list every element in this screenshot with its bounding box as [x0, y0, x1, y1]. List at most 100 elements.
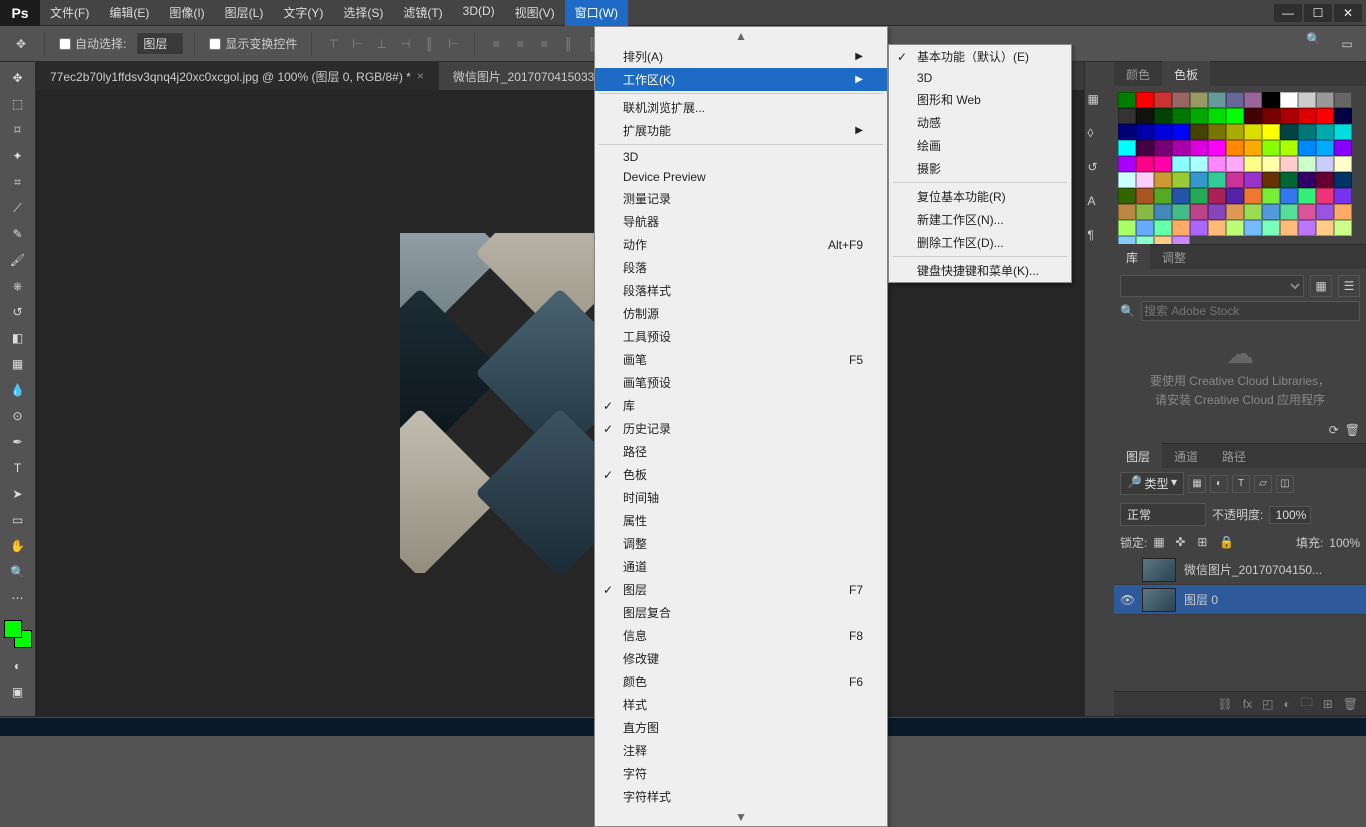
- swatch[interactable]: [1136, 156, 1154, 172]
- mask-icon[interactable]: ◰: [1262, 697, 1273, 711]
- ws-motion[interactable]: 动感: [889, 111, 1071, 134]
- swatch[interactable]: [1244, 188, 1262, 204]
- menu-timeline[interactable]: 时间轴: [595, 486, 887, 509]
- swatch[interactable]: [1154, 140, 1172, 156]
- swatch[interactable]: [1334, 188, 1352, 204]
- fx-icon[interactable]: fx: [1243, 697, 1252, 711]
- swatch[interactable]: [1190, 124, 1208, 140]
- swatch[interactable]: [1316, 140, 1334, 156]
- menu-adjustments[interactable]: 调整: [595, 532, 887, 555]
- menu-type[interactable]: 文字(Y): [273, 0, 333, 26]
- menu-channels[interactable]: 通道: [595, 555, 887, 578]
- menu-device-preview[interactable]: Device Preview: [595, 167, 887, 187]
- swatch[interactable]: [1190, 172, 1208, 188]
- doc-tab-2[interactable]: 微信图片_2017070415033...: [439, 62, 619, 90]
- lasso-tool[interactable]: ⌑: [4, 118, 32, 142]
- cloud-sync-icon[interactable]: ⟳: [1329, 423, 1339, 437]
- swatch[interactable]: [1208, 124, 1226, 140]
- dock-icon-4[interactable]: A: [1088, 194, 1112, 218]
- swatch[interactable]: [1262, 220, 1280, 236]
- panel-layout[interactable]: ▭: [1336, 33, 1358, 55]
- layer-row[interactable]: 👁 图层 0: [1114, 585, 1366, 615]
- menu-image[interactable]: 图像(I): [159, 0, 214, 26]
- tab-swatches[interactable]: 色板: [1162, 61, 1210, 88]
- swatch[interactable]: [1136, 188, 1154, 204]
- swatch[interactable]: [1190, 204, 1208, 220]
- menu-color[interactable]: 颜色F6: [595, 670, 887, 693]
- swatch[interactable]: [1280, 156, 1298, 172]
- doc-tab-1[interactable]: 77ec2b70ly1ffdsv3qnq4j20xc0xcgol.jpg @ 1…: [36, 62, 439, 90]
- filter-smart-icon[interactable]: ◫: [1276, 475, 1294, 493]
- swatch[interactable]: [1280, 124, 1298, 140]
- swatch[interactable]: [1172, 204, 1190, 220]
- menu-workspace[interactable]: 工作区(K)▶: [595, 68, 887, 91]
- swatch[interactable]: [1118, 204, 1136, 220]
- brush-tool[interactable]: 🖌: [4, 248, 32, 272]
- scroll-up-icon[interactable]: ▲: [595, 27, 887, 45]
- menu-filter[interactable]: 滤镜(T): [393, 0, 452, 26]
- ws-shortcuts[interactable]: 键盘快捷键和菜单(K)...: [889, 259, 1071, 282]
- lock-position-icon[interactable]: ✜: [1175, 535, 1191, 551]
- swatch[interactable]: [1298, 188, 1316, 204]
- opacity-value[interactable]: 100%: [1269, 506, 1311, 524]
- color-swatch[interactable]: [4, 620, 32, 652]
- swatch[interactable]: [1334, 156, 1352, 172]
- visibility-icon[interactable]: 👁: [1120, 593, 1134, 607]
- swatch[interactable]: [1190, 188, 1208, 204]
- tab-layers[interactable]: 图层: [1114, 443, 1162, 470]
- ws-new[interactable]: 新建工作区(N)...: [889, 208, 1071, 231]
- swatch[interactable]: [1334, 108, 1352, 124]
- swatch[interactable]: [1226, 188, 1244, 204]
- lib-list-icon[interactable]: ☰: [1338, 275, 1360, 297]
- swatch[interactable]: [1262, 188, 1280, 204]
- ws-3d[interactable]: 3D: [889, 68, 1071, 88]
- dock-icon-5[interactable]: ¶: [1088, 228, 1112, 252]
- menu-paths[interactable]: 路径: [595, 440, 887, 463]
- menu-history[interactable]: ✓历史记录: [595, 417, 887, 440]
- fill-value[interactable]: 100%: [1329, 536, 1360, 550]
- zoom-tool[interactable]: 🔍: [4, 560, 32, 584]
- swatch[interactable]: [1298, 108, 1316, 124]
- filter-kind[interactable]: 🔎类型▾: [1120, 472, 1184, 495]
- menu-styles[interactable]: 样式: [595, 693, 887, 716]
- layer-thumb[interactable]: [1142, 558, 1176, 582]
- ws-photography[interactable]: 摄影: [889, 157, 1071, 180]
- filter-type-icon[interactable]: T: [1232, 475, 1250, 493]
- menu-3d[interactable]: 3D(D): [453, 0, 505, 26]
- menu-extensions[interactable]: 扩展功能▶: [595, 119, 887, 142]
- tab-color[interactable]: 颜色: [1114, 61, 1162, 88]
- swatch[interactable]: [1154, 172, 1172, 188]
- swatch[interactable]: [1244, 140, 1262, 156]
- menu-info[interactable]: 信息F8: [595, 624, 887, 647]
- scroll-down-icon[interactable]: ▼: [595, 808, 887, 826]
- swatch[interactable]: [1208, 140, 1226, 156]
- swatch[interactable]: [1118, 108, 1136, 124]
- menu-edit[interactable]: 编辑(E): [99, 0, 159, 26]
- move-tool-icon[interactable]: ✥: [8, 31, 34, 57]
- swatch[interactable]: [1244, 92, 1262, 108]
- path-select-tool[interactable]: ➤: [4, 482, 32, 506]
- swatch[interactable]: [1154, 108, 1172, 124]
- swatch[interactable]: [1334, 220, 1352, 236]
- tab-libraries[interactable]: 库: [1114, 244, 1150, 271]
- swatch[interactable]: [1316, 204, 1334, 220]
- swatch[interactable]: [1280, 204, 1298, 220]
- blend-mode[interactable]: 正常: [1120, 503, 1206, 526]
- swatch[interactable]: [1280, 108, 1298, 124]
- lock-all-icon[interactable]: 🔒: [1219, 535, 1235, 551]
- swatch[interactable]: [1262, 108, 1280, 124]
- link-icon[interactable]: ⛓: [1218, 697, 1233, 711]
- swatch[interactable]: [1154, 156, 1172, 172]
- menu-brush[interactable]: 画笔F5: [595, 348, 887, 371]
- adjustment-icon[interactable]: ◐: [1283, 697, 1290, 711]
- menu-properties[interactable]: 属性: [595, 509, 887, 532]
- swatch[interactable]: [1280, 188, 1298, 204]
- swatch[interactable]: [1334, 124, 1352, 140]
- eraser-tool[interactable]: ◧: [4, 326, 32, 350]
- ws-painting[interactable]: 绘画: [889, 134, 1071, 157]
- swatch[interactable]: [1298, 92, 1316, 108]
- swatch[interactable]: [1118, 188, 1136, 204]
- pen-tool[interactable]: ✒: [4, 430, 32, 454]
- marquee-tool[interactable]: ⬚: [4, 92, 32, 116]
- menu-actions[interactable]: 动作Alt+F9: [595, 233, 887, 256]
